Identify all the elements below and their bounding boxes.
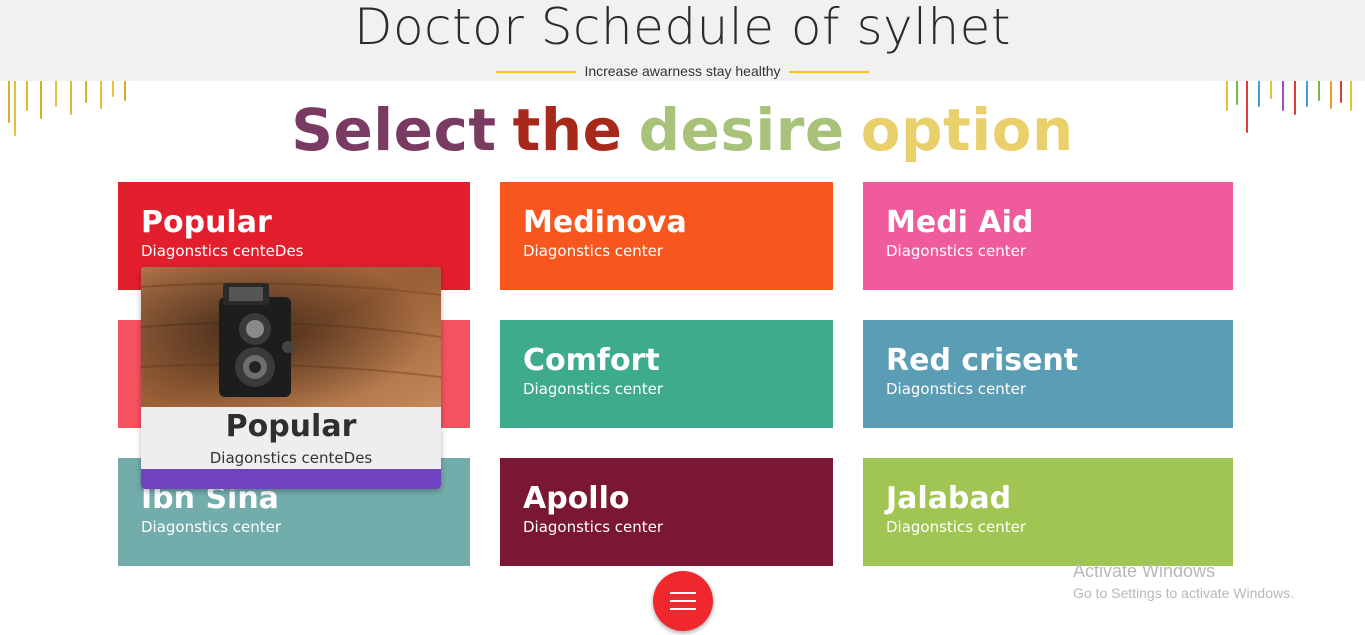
heading-word-3: desire xyxy=(638,96,845,164)
menu-fab-button[interactable] xyxy=(653,571,713,631)
tile-jalabad[interactable]: Jalabad Diagonstics center xyxy=(863,458,1233,566)
tile-name: Comfort xyxy=(523,343,660,378)
tile-name: Jalabad xyxy=(886,481,1012,516)
tile-subtitle: Diagonstics center xyxy=(886,518,1027,536)
site-title: Doctor Schedule of sylhet xyxy=(353,0,1012,56)
hamburger-menu-icon xyxy=(670,592,696,616)
tile-name: Medinova xyxy=(523,205,687,240)
site-header: Doctor Schedule of sylhet Increase awarn… xyxy=(0,0,1365,81)
tile-subtitle: Diagonstics center xyxy=(523,242,664,260)
tile-name: Popular xyxy=(141,205,272,240)
heading-word-1: Select xyxy=(291,96,497,164)
tile-apollo[interactable]: Apollo Diagonstics center xyxy=(500,458,833,566)
heading-word-2: the xyxy=(512,96,623,164)
windows-activation-watermark: Activate Windows Go to Settings to activ… xyxy=(1073,561,1294,601)
tile-subtitle: Diagonstics center xyxy=(886,242,1027,260)
tagline: Increase awarness stay healthy xyxy=(584,62,781,79)
hover-preview-card[interactable]: Popular Diagonstics centeDes xyxy=(141,267,441,489)
tile-subtitle: Diagonstics center xyxy=(886,380,1027,398)
select-option-heading: Select the desire option xyxy=(0,96,1365,164)
tile-name: Red crisent xyxy=(886,343,1079,378)
preview-accent-bar xyxy=(141,469,441,489)
watermark-line-2: Go to Settings to activate Windows. xyxy=(1073,585,1294,601)
watermark-line-1: Activate Windows xyxy=(1073,561,1216,581)
tile-comfort[interactable]: Comfort Diagonstics center xyxy=(500,320,833,428)
preview-subtitle: Diagonstics centeDes xyxy=(209,449,373,467)
tile-medi-aid[interactable]: Medi Aid Diagonstics center xyxy=(863,182,1233,290)
tile-name: Apollo xyxy=(523,481,630,516)
heading-word-4: option xyxy=(860,96,1074,164)
tile-red-crisent[interactable]: Red crisent Diagonstics center xyxy=(863,320,1233,428)
tile-name: Medi Aid xyxy=(886,205,1034,240)
preview-title: Popular xyxy=(225,409,357,444)
tile-subtitle: Diagonstics center xyxy=(141,518,282,536)
tile-medinova[interactable]: Medinova Diagonstics center xyxy=(500,182,833,290)
tagline-right-divider xyxy=(788,71,869,73)
vintage-camera-photo xyxy=(141,267,441,407)
tagline-left-divider xyxy=(496,71,577,73)
tagline-row: Increase awarness stay healthy xyxy=(0,58,1365,79)
tile-subtitle: Diagonstics center xyxy=(523,518,664,536)
tile-subtitle: Diagonstics centeDes xyxy=(141,242,304,260)
tile-subtitle: Diagonstics center xyxy=(523,380,664,398)
